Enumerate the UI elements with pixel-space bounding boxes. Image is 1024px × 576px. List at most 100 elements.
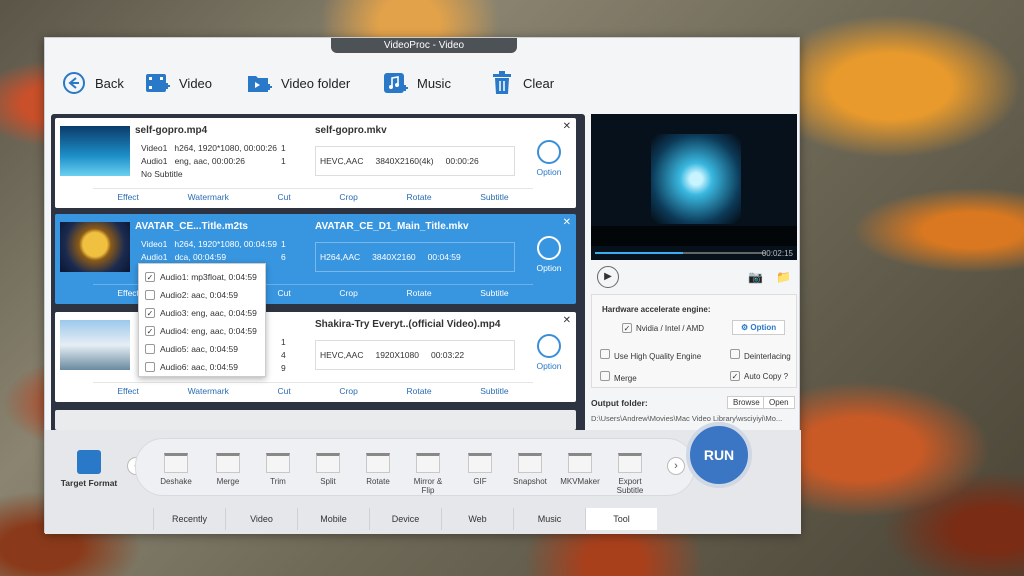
source-file-name: self-gopro.mp4 bbox=[135, 125, 208, 136]
list-item[interactable]: 1 4 9 Shakira-Try Everyt..(official Vide… bbox=[55, 312, 576, 402]
close-icon[interactable]: ✕ bbox=[563, 315, 571, 326]
checkbox[interactable]: ✓ bbox=[145, 272, 155, 282]
clear-button[interactable]: Clear bbox=[489, 70, 554, 96]
audio-track-option[interactable]: Audio6: aac, 0:04:59 bbox=[139, 358, 265, 376]
codec-option-button[interactable]: Option bbox=[534, 334, 564, 371]
autocopy-checkbox[interactable]: ✓ Auto Copy ? bbox=[730, 371, 788, 381]
camera-icon[interactable]: 📷 bbox=[748, 270, 763, 284]
close-icon[interactable]: ✕ bbox=[563, 217, 571, 228]
hw-engine-title: Hardware accelerate engine: bbox=[602, 305, 711, 314]
effect-button[interactable]: Effect bbox=[117, 386, 139, 398]
video-thumbnail bbox=[60, 320, 130, 370]
tool-strip: Deshake Merge Trim Split Rotate Mirror &… bbox=[135, 438, 695, 496]
watermark-button[interactable]: Watermark bbox=[188, 386, 229, 398]
video-preview[interactable]: 00:02:15 bbox=[591, 114, 797, 260]
deinterlace-checkbox[interactable]: Deinterlacing bbox=[730, 349, 791, 361]
close-icon[interactable]: ✕ bbox=[563, 121, 571, 132]
tab-device[interactable]: Device bbox=[369, 508, 441, 530]
crop-button[interactable]: Crop bbox=[339, 386, 357, 398]
checkbox[interactable] bbox=[145, 362, 155, 372]
list-item[interactable] bbox=[55, 410, 576, 430]
edit-actions: Effect Watermark Cut Crop Rotate Subtitl… bbox=[93, 188, 533, 204]
tool-deshake[interactable]: Deshake bbox=[156, 453, 196, 486]
list-item[interactable]: self-gopro.mp4 Video1 h264, 1920*1080, 0… bbox=[55, 118, 576, 208]
chevron-right-icon[interactable]: › bbox=[667, 457, 685, 475]
audio-track-option[interactable]: ✓ Audio1: mp3float, 0:04:59 bbox=[139, 268, 265, 286]
codec-option-button[interactable]: Option bbox=[534, 140, 564, 177]
mirror-flip-icon bbox=[416, 453, 440, 473]
checkbox[interactable]: ✓ bbox=[145, 326, 155, 336]
tab-music[interactable]: Music bbox=[513, 508, 585, 530]
output-format-box[interactable]: H264,AAC 3840X2160 00:04:59 bbox=[315, 242, 515, 272]
add-music-button[interactable]: Music bbox=[383, 70, 451, 96]
browse-button[interactable]: Browse bbox=[727, 396, 766, 409]
tool-export-subtitle[interactable]: Export Subtitle bbox=[610, 453, 650, 495]
file-list[interactable]: self-gopro.mp4 Video1 h264, 1920*1080, 0… bbox=[51, 114, 585, 468]
audio-track-option[interactable]: Audio5: aac, 0:04:59 bbox=[139, 340, 265, 358]
watermark-button[interactable]: Watermark bbox=[188, 192, 229, 204]
audio-track-dropdown[interactable]: ✓ Audio1: mp3float, 0:04:59 Audio2: aac, … bbox=[138, 263, 266, 377]
audio-track-option[interactable]: ✓ Audio4: eng, aac, 0:04:59 bbox=[139, 322, 265, 340]
tool-split[interactable]: Split bbox=[308, 453, 348, 486]
output-format-box[interactable]: HEVC,AAC 1920X1080 00:03:22 bbox=[315, 340, 515, 370]
back-arrow-icon bbox=[61, 70, 87, 96]
hw-engine-checkbox[interactable]: ✓ Nvidia / Intel / AMD bbox=[622, 323, 704, 333]
tab-mobile[interactable]: Mobile bbox=[297, 508, 369, 530]
effect-button[interactable]: Effect bbox=[117, 288, 139, 300]
export-subtitle-icon bbox=[618, 453, 642, 473]
cut-button[interactable]: Cut bbox=[278, 386, 291, 398]
tab-web[interactable]: Web bbox=[441, 508, 513, 530]
cut-button[interactable]: Cut bbox=[278, 192, 291, 204]
video-folder-label: Video folder bbox=[281, 75, 351, 91]
subtitle-button[interactable]: Subtitle bbox=[480, 288, 508, 300]
resolution-label: 3840X2160 bbox=[372, 252, 416, 262]
folder-icon[interactable]: 📁 bbox=[776, 270, 791, 284]
merge-checkbox[interactable]: Merge bbox=[600, 371, 637, 383]
category-tabs: Recently Video Mobile Device Web Music T… bbox=[45, 508, 801, 530]
checkbox[interactable] bbox=[145, 290, 155, 300]
back-label: Back bbox=[95, 75, 124, 91]
tool-snapshot[interactable]: Snapshot bbox=[510, 453, 550, 486]
rotate-button[interactable]: Rotate bbox=[407, 192, 432, 204]
source-meta: Video1 h264, 1920*1080, 00:00:26 1 Audio1… bbox=[141, 143, 286, 179]
tool-merge[interactable]: Merge bbox=[208, 453, 248, 486]
hq-engine-checkbox[interactable]: Use High Quality Engine bbox=[600, 349, 701, 361]
music-plus-icon bbox=[383, 70, 409, 96]
document-gear-icon bbox=[77, 450, 101, 474]
rotate-button[interactable]: Rotate bbox=[407, 386, 432, 398]
crop-button[interactable]: Crop bbox=[339, 192, 357, 204]
toolbar: Back Video Video folder Music Clear bbox=[45, 54, 801, 110]
codec-option-button[interactable]: Option bbox=[534, 236, 564, 273]
audio-track-option[interactable]: ✓ Audio3: eng, aac, 0:04:59 bbox=[139, 304, 265, 322]
checkbox[interactable]: ✓ bbox=[145, 308, 155, 318]
rotate-button[interactable]: Rotate bbox=[407, 288, 432, 300]
hw-option-button[interactable]: ⚙ Option bbox=[732, 320, 786, 335]
add-video-folder-button[interactable]: Video folder bbox=[247, 70, 350, 96]
subtitle-button[interactable]: Subtitle bbox=[480, 192, 508, 204]
tool-gif[interactable]: GIF bbox=[460, 453, 500, 486]
back-button[interactable]: Back bbox=[61, 70, 124, 96]
crop-button[interactable]: Crop bbox=[339, 288, 357, 300]
run-button[interactable]: RUN bbox=[686, 422, 752, 488]
open-button[interactable]: Open bbox=[763, 396, 795, 409]
play-icon[interactable]: ▶ bbox=[597, 266, 619, 288]
audio-track-option[interactable]: Audio2: aac, 0:04:59 bbox=[139, 286, 265, 304]
tool-rotate[interactable]: Rotate bbox=[358, 453, 398, 486]
help-icon: ? bbox=[783, 372, 789, 381]
tab-video[interactable]: Video bbox=[225, 508, 297, 530]
effect-button[interactable]: Effect bbox=[117, 192, 139, 204]
list-item-selected[interactable]: AVATAR_CE...Title.m2ts Video1 h264, 1920… bbox=[55, 214, 576, 304]
checkbox[interactable] bbox=[145, 344, 155, 354]
tab-tool[interactable]: Tool bbox=[585, 508, 657, 530]
progress-track[interactable] bbox=[595, 252, 765, 254]
add-video-button[interactable]: Video bbox=[145, 70, 212, 96]
subtitle-button[interactable]: Subtitle bbox=[480, 386, 508, 398]
output-format-box[interactable]: HEVC,AAC 3840X2160(4k) 00:00:26 bbox=[315, 146, 515, 176]
output-path[interactable]: D:\Users\Andrew\Movies\Mac Video Library… bbox=[591, 414, 782, 423]
target-format-button[interactable]: Target Format bbox=[59, 450, 119, 488]
tab-recently[interactable]: Recently bbox=[153, 508, 225, 530]
tool-mirror-flip[interactable]: Mirror & Flip bbox=[408, 453, 448, 495]
tool-mkvmaker[interactable]: MKVMaker bbox=[560, 453, 600, 486]
cut-button[interactable]: Cut bbox=[278, 288, 291, 300]
tool-trim[interactable]: Trim bbox=[258, 453, 298, 486]
